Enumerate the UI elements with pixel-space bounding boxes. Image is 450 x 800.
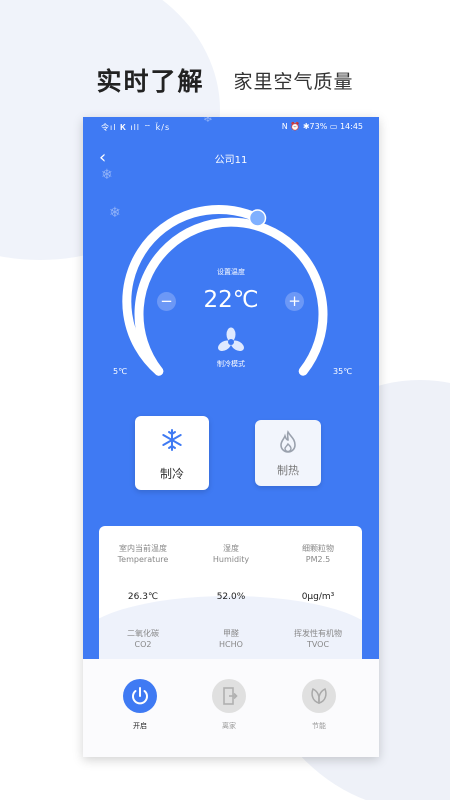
leaf-icon	[302, 679, 336, 713]
metric-name-cn: 挥发性有机物	[294, 629, 342, 638]
door-exit-icon	[212, 679, 246, 713]
headline-title: 实时了解	[96, 67, 205, 96]
metric-humidity: 湿度 Humidity	[187, 543, 275, 565]
metric-name-cn: 二氧化碳	[127, 629, 159, 638]
max-temperature-label: 35℃	[333, 367, 353, 376]
energy-saving-button[interactable]: 节能	[299, 679, 339, 731]
metric-name-en: TVOC	[306, 640, 330, 649]
metric-name-cn: 室内当前温度	[119, 544, 167, 553]
temperature-value: 26.3℃	[127, 592, 159, 602]
metric-hcho: 甲醛 HCHO	[187, 628, 275, 650]
metric-name-cn: 湿度	[223, 544, 239, 553]
cool-mode-button[interactable]: 制冷	[135, 416, 209, 490]
phone-screen: 令ıl 𝐊 ıll ⌔ ǩ/s N ⏰ ✱73% ▭ 14:45 ‹ 公司11 …	[83, 117, 379, 757]
metric-name-cn: 甲醛	[223, 629, 239, 638]
set-temperature-label: 设置温度	[217, 268, 245, 276]
power-button[interactable]: 开启	[120, 679, 160, 731]
energy-saving-label: 节能	[312, 722, 326, 730]
metric-name-en: Temperature	[117, 555, 169, 564]
metric-pm25: 细颗粒物 PM2.5	[274, 543, 362, 565]
metric-name-cn: 细颗粒物	[302, 544, 334, 553]
app-promo-page: 实时了解 家里空气质量 令ıl 𝐊 ıll ⌔ ǩ/s N ⏰ ✱73% ▭ 1…	[0, 0, 450, 800]
heat-mode-button[interactable]: 制热	[255, 420, 321, 486]
headline-subtitle: 家里空气质量	[233, 70, 354, 93]
decrease-temperature-button[interactable]: −	[157, 292, 176, 311]
away-button[interactable]: 离家	[209, 679, 249, 731]
pm25-value: 0μg/m³	[301, 592, 335, 602]
power-label: 开启	[133, 722, 147, 730]
away-label: 离家	[222, 722, 236, 730]
metric-name-en: Humidity	[212, 555, 250, 564]
min-temperature-label: 5℃	[113, 367, 128, 376]
promo-headline: 实时了解 家里空气质量	[0, 62, 450, 98]
metric-tvoc: 挥发性有机物 TVOC	[274, 628, 362, 650]
air-quality-card: 室内当前温度 Temperature 湿度 Humidity 细颗粒物 PM2.…	[99, 526, 362, 666]
heat-mode-label: 制热	[277, 464, 299, 477]
temperature-value: 22℃	[203, 287, 259, 313]
metric-name-en: CO2	[134, 640, 152, 649]
flame-icon	[255, 430, 321, 458]
metric-co2: 二氧化碳 CO2	[99, 628, 187, 650]
metric-name-en: HCHO	[219, 640, 243, 649]
fan-icon	[218, 327, 244, 351]
metric-temperature: 室内当前温度 Temperature	[99, 543, 187, 565]
metric-name-en: PM2.5	[305, 555, 331, 564]
snowflake-icon	[135, 428, 209, 456]
humidity-value: 52.0%	[216, 592, 246, 602]
power-icon	[123, 679, 157, 713]
increase-temperature-button[interactable]: +	[285, 292, 304, 311]
bottom-control-bar: 开启 离家 节能	[83, 659, 379, 757]
dial-knob[interactable]	[248, 209, 267, 227]
cool-mode-label: 制冷	[159, 467, 184, 481]
